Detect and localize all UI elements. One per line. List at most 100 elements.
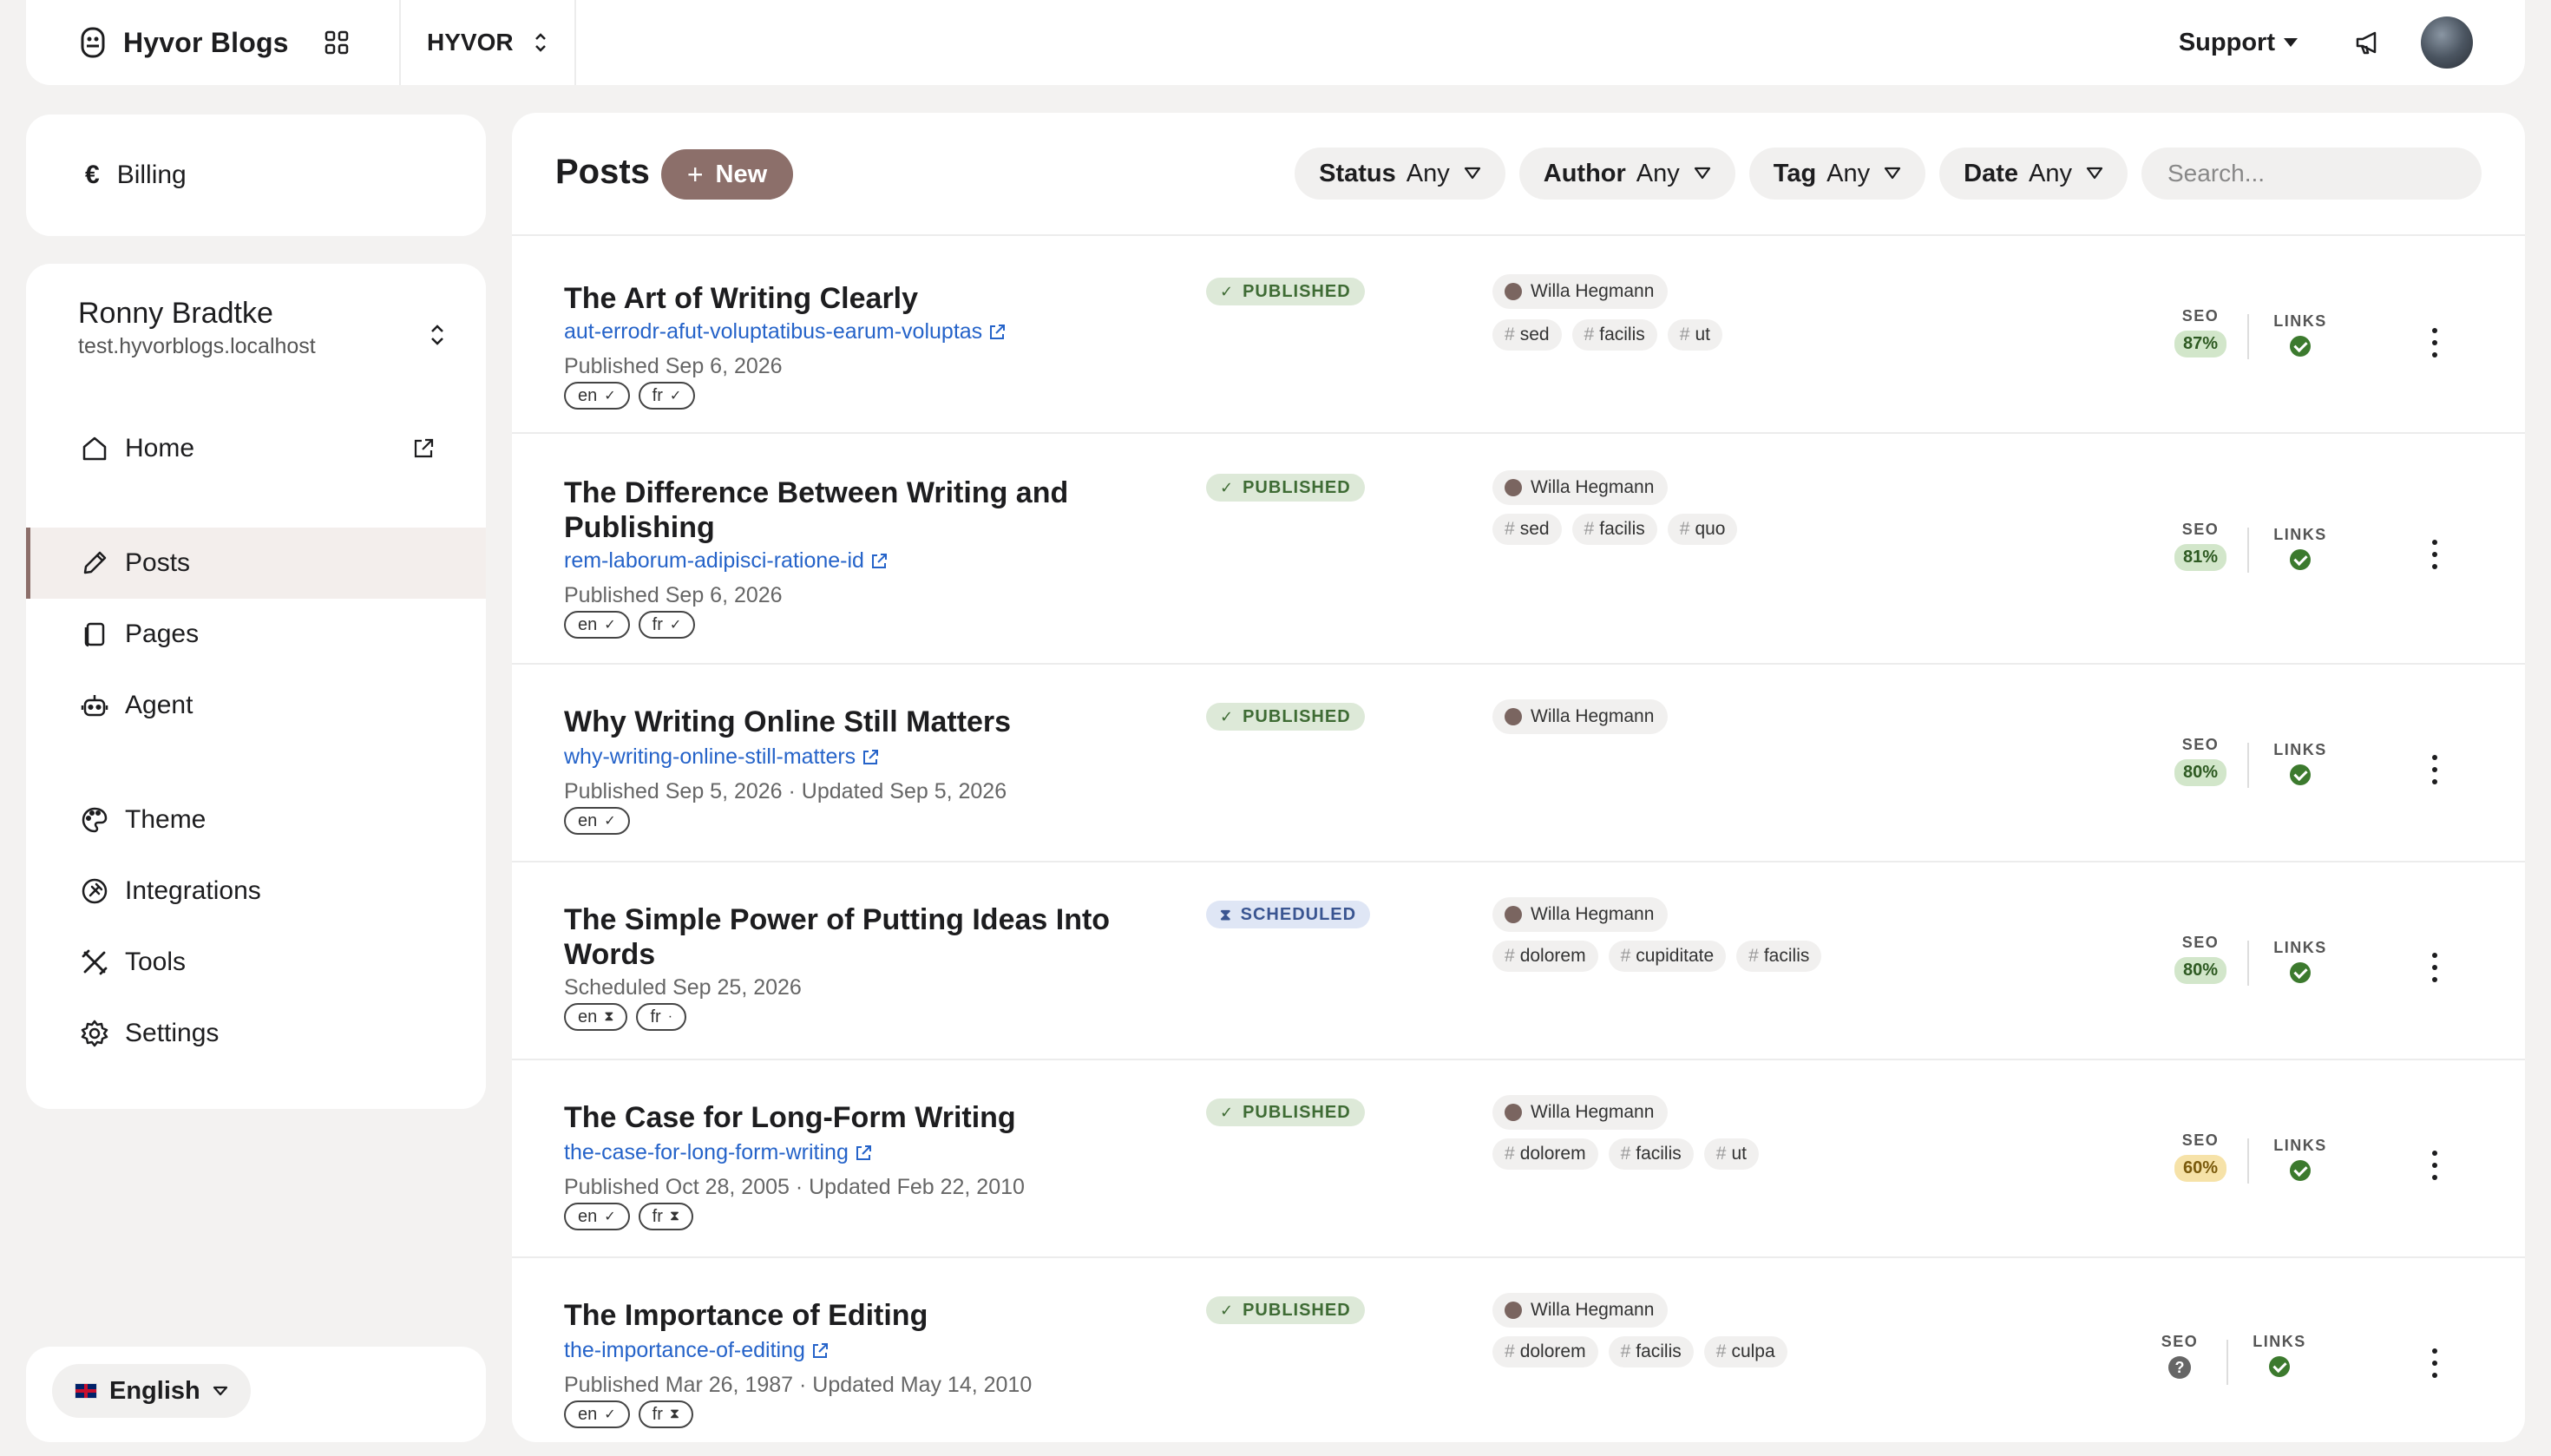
more-options-button[interactable] (2426, 540, 2443, 569)
links-status[interactable]: LINKS (2261, 526, 2339, 574)
search-input[interactable] (2141, 148, 2482, 200)
language-badge[interactable]: en ✓ (564, 611, 630, 639)
tag-chip: # facilis (1608, 1138, 1694, 1170)
seo-score[interactable]: SEO 87% (2166, 307, 2235, 357)
more-options-button[interactable] (2426, 953, 2443, 982)
links-status[interactable]: LINKS (2261, 312, 2339, 361)
sidebar-item-pages[interactable]: Pages (26, 599, 486, 670)
seo-label: SEO (2181, 1131, 2220, 1149)
table-row[interactable]: The Importance of Editing the-importance… (512, 1258, 2525, 1442)
triangle-down-icon (2086, 167, 2103, 180)
post-title[interactable]: Why Writing Online Still Matters (564, 705, 1119, 739)
author-avatar (1505, 1104, 1522, 1121)
language-badge[interactable]: fr ✓ (638, 611, 696, 639)
links-status[interactable]: LINKS (2240, 1333, 2318, 1381)
seo-score[interactable]: SEO 80% (2166, 736, 2235, 786)
language-badge[interactable]: en ⧗ (564, 1003, 628, 1031)
language-badge[interactable]: en ✓ (564, 1400, 630, 1428)
language-list: en ⧗ fr · (564, 1003, 687, 1031)
more-options-button[interactable] (2426, 755, 2443, 784)
seo-score[interactable]: SEO 80% (2166, 934, 2235, 984)
seo-score[interactable]: SEO 60% (2166, 1131, 2235, 1182)
language-badge[interactable]: fr ⧗ (638, 1203, 694, 1230)
user-switcher[interactable]: Ronny Bradtke test.hyvorblogs.localhost (78, 297, 460, 359)
sidebar-item-integrations[interactable]: Integrations (26, 856, 486, 927)
seo-value: 80% (2174, 759, 2227, 786)
table-row[interactable]: Why Writing Online Still Matters why-wri… (512, 665, 2525, 862)
links-status[interactable]: LINKS (2261, 939, 2339, 987)
page-title: Posts (555, 153, 650, 191)
tag-chip: # facilis (1571, 319, 1657, 351)
more-options-button[interactable] (2426, 1348, 2443, 1378)
table-row[interactable]: The Simple Power of Putting Ideas Into W… (512, 862, 2525, 1060)
post-title[interactable]: The Case for Long-Form Writing (564, 1100, 1119, 1135)
check-circle-icon (2290, 336, 2311, 357)
language-badge[interactable]: en ✓ (564, 382, 630, 410)
divider (2247, 1138, 2249, 1184)
new-post-button[interactable]: + New (661, 149, 793, 200)
filter-author[interactable]: Author Any (1518, 148, 1735, 200)
sidebar-item-tools[interactable]: Tools (26, 927, 486, 998)
megaphone-icon[interactable] (2353, 28, 2383, 57)
app-name[interactable]: Hyvor Blogs (123, 27, 289, 59)
more-options-button[interactable] (2426, 1151, 2443, 1180)
billing-card[interactable]: € Billing (26, 115, 486, 236)
divider (2247, 314, 2249, 359)
language-badge[interactable]: fr ✓ (638, 382, 696, 410)
author-chip: Willa Hegmann (1492, 1095, 1669, 1130)
external-link-icon (871, 553, 887, 568)
seo-score[interactable]: SEO 81% (2166, 521, 2235, 571)
post-slug-link[interactable]: rem-laborum-adipisci-ratione-id (564, 548, 889, 574)
author-avatar (1505, 906, 1522, 923)
table-row[interactable]: The Difference Between Writing and Publi… (512, 434, 2525, 665)
post-title[interactable]: The Difference Between Writing and Publi… (564, 475, 1119, 545)
language-badge[interactable]: en ✓ (564, 807, 630, 835)
filter-date[interactable]: Date Any (1939, 148, 2128, 200)
external-link-icon (990, 324, 1006, 339)
sidebar-item-agent[interactable]: Agent (26, 670, 486, 741)
euro-icon: € (85, 161, 100, 189)
tag-list: # dolorem # facilis # ut (1492, 1138, 1759, 1170)
triangle-down-icon (1694, 167, 1710, 180)
seo-score[interactable]: SEO? (2145, 1333, 2214, 1379)
tag-name: facilis (1636, 1341, 1682, 1361)
tag-name: dolorem (1519, 1144, 1586, 1164)
support-menu[interactable]: Support (2179, 29, 2298, 57)
seo-label: SEO (2181, 934, 2220, 951)
sidebar-item-settings[interactable]: Settings (26, 998, 486, 1069)
external-link-icon[interactable] (411, 436, 436, 461)
seo-label: SEO (2181, 521, 2220, 538)
post-title[interactable]: The Importance of Editing (564, 1298, 1119, 1333)
home-icon (82, 436, 107, 461)
language-badge[interactable]: fr · (636, 1003, 687, 1031)
sidebar-item-label: Pages (125, 620, 200, 648)
post-slug-link[interactable]: the-importance-of-editing (564, 1338, 830, 1363)
post-slug-link[interactable]: aut-errodr-afut-voluptatibus-earum-volup… (564, 319, 1007, 344)
hourglass-icon: ⧗ (1220, 905, 1232, 923)
blog-switcher[interactable]: HYVOR (401, 0, 576, 85)
table-row[interactable]: The Case for Long-Form Writing the-case-… (512, 1060, 2525, 1258)
user-avatar[interactable] (2421, 16, 2473, 69)
post-slug-link[interactable]: the-case-for-long-form-writing (564, 1140, 873, 1165)
post-date: Published Sep 6, 2026 (564, 583, 783, 607)
filter-tag[interactable]: Tag Any (1748, 148, 1926, 200)
grid-apps-icon[interactable] (324, 30, 350, 56)
language-badge[interactable]: en ✓ (564, 1203, 630, 1230)
author-chip: Willa Hegmann (1492, 699, 1669, 734)
sidebar-item-posts[interactable]: Posts (26, 528, 486, 599)
triangle-down-icon (213, 1386, 227, 1396)
filter-status[interactable]: Status Any (1295, 148, 1505, 200)
sidebar-item-home[interactable]: Home (26, 413, 486, 484)
post-slug-link[interactable]: why-writing-online-still-matters (564, 744, 880, 770)
post-title[interactable]: The Art of Writing Clearly (564, 281, 1119, 316)
language-state-icon: ⧗ (669, 1209, 680, 1223)
more-options-button[interactable] (2426, 328, 2443, 357)
post-title[interactable]: The Simple Power of Putting Ideas Into W… (564, 902, 1119, 972)
language-selector[interactable]: English (52, 1364, 251, 1418)
language-badge[interactable]: fr ⧗ (638, 1400, 694, 1428)
links-status[interactable]: LINKS (2261, 741, 2339, 790)
table-row[interactable]: The Art of Writing Clearly aut-errodr-af… (512, 236, 2525, 434)
links-status[interactable]: LINKS (2261, 1137, 2339, 1185)
chevron-up-down-icon (431, 325, 443, 345)
sidebar-item-theme[interactable]: Theme (26, 784, 486, 856)
